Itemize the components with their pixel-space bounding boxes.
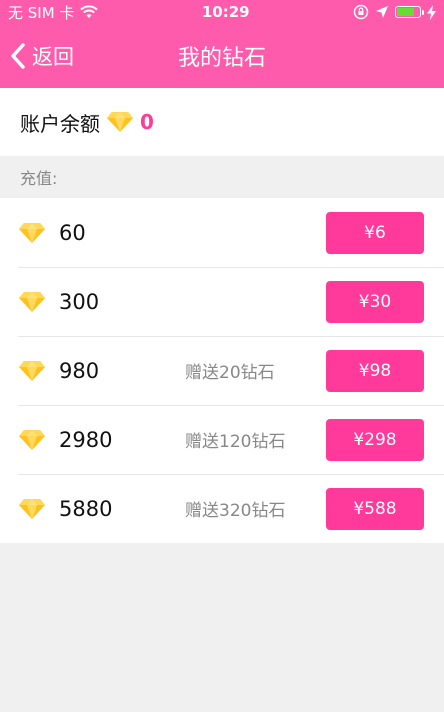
diamond-icon xyxy=(19,498,45,519)
status-bar: 无 SIM 卡 10:29 xyxy=(0,0,444,24)
status-left: 无 SIM 卡 xyxy=(8,2,99,23)
location-arrow-icon xyxy=(376,6,388,18)
back-label: 返回 xyxy=(32,45,74,69)
diamond-icon xyxy=(19,429,45,450)
nav-bar: 返回 我的钻石 xyxy=(0,24,444,88)
wifi-icon xyxy=(80,5,99,18)
recharge-option-2980: 2980 赠送120钻石 ¥298 xyxy=(0,405,444,474)
diamond-icon xyxy=(19,291,45,312)
price-button[interactable]: ¥6 xyxy=(326,211,424,254)
diamond-amount: 5880 xyxy=(59,496,113,521)
recharge-option-300: 300 ¥30 xyxy=(0,267,444,336)
recharge-list: 60 ¥6 300 ¥30 980 赠送20钻石 ¥98 2980 赠送120钻… xyxy=(0,198,444,543)
price-button[interactable]: ¥30 xyxy=(326,280,424,323)
carrier-label: 无 SIM 卡 xyxy=(8,3,75,22)
bonus-text: 赠送20钻石 xyxy=(185,363,275,383)
status-right xyxy=(353,4,436,20)
battery-icon xyxy=(395,6,424,18)
diamond-amount: 60 xyxy=(59,220,86,245)
diamond-amount: 980 xyxy=(59,358,100,383)
balance-label: 账户余额 xyxy=(20,111,100,136)
balance-section: 账户余额 0 xyxy=(0,88,444,156)
diamond-icon xyxy=(107,112,133,132)
diamond-amount: 300 xyxy=(59,289,100,314)
rotation-lock-icon xyxy=(353,4,369,20)
diamond-icon xyxy=(19,360,45,381)
recharge-header: 充值: xyxy=(0,156,444,198)
bonus-text: 赠送320钻石 xyxy=(185,501,286,521)
charging-bolt-icon xyxy=(427,4,436,20)
recharge-option-60: 60 ¥6 xyxy=(0,198,444,267)
bonus-text: 赠送120钻石 xyxy=(185,432,286,452)
chevron-left-icon xyxy=(11,43,25,69)
status-time: 10:29 xyxy=(201,3,250,21)
price-button[interactable]: ¥98 xyxy=(326,349,424,392)
recharge-option-5880: 5880 赠送320钻石 ¥588 xyxy=(0,474,444,543)
diamond-amount: 2980 xyxy=(59,427,113,452)
back-button[interactable]: 返回 xyxy=(10,24,74,88)
recharge-option-980: 980 赠送20钻石 ¥98 xyxy=(0,336,444,405)
price-button[interactable]: ¥588 xyxy=(326,487,424,530)
diamond-icon xyxy=(19,222,45,243)
price-button[interactable]: ¥298 xyxy=(326,418,424,461)
balance-value: 0 xyxy=(140,110,154,134)
